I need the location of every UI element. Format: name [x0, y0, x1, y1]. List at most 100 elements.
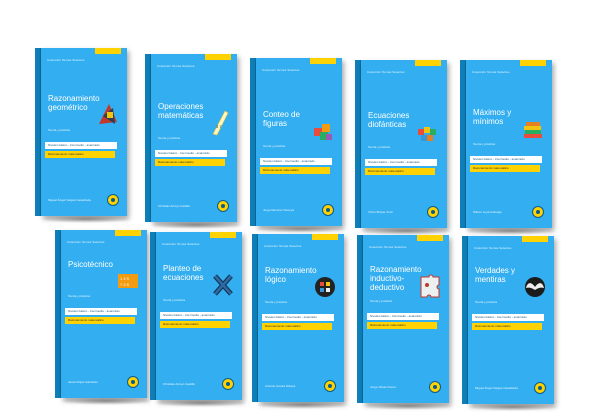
book-front: Colección Temas Selectos Ecuaciones diof… [361, 60, 447, 228]
levels-label: Niveles básico - intermedio - avanzado [472, 314, 544, 321]
levels-label: Niveles básico - intermedio - avanzado [260, 158, 332, 165]
levels-label: Niveles básico - intermedio - avanzado [367, 313, 439, 320]
collection-label: Colección Temas Selectos [162, 242, 200, 246]
author-name: Miguel Ángel Vargas Castañeda [48, 198, 91, 202]
geometry-figure-icon [97, 102, 119, 128]
series-label: Razonamiento matemático [262, 323, 332, 330]
top-accent-strip [522, 236, 548, 242]
publisher-logo-icon [429, 381, 441, 393]
book-cover: Colección Temas Selectos Razonamiento ló… [252, 234, 350, 409]
collection-label: Colección Temas Selectos [474, 246, 512, 250]
book-shadow [154, 399, 248, 407]
publisher-logo-icon [324, 380, 336, 392]
levels-label: Niveles básico - intermedio - avanzado [45, 142, 117, 149]
publisher-logo-icon [534, 382, 546, 394]
top-accent-strip [210, 232, 236, 238]
publisher-logo-icon [222, 378, 234, 390]
collection-label: Colección Temas Selectos [472, 70, 510, 74]
numbers-ribbon-icon: 3 7 [207, 110, 229, 136]
puzzle-icon [419, 273, 441, 299]
book-subtitle: Teoría y práctica [473, 142, 496, 146]
book-front: Colección Temas Selectos Planteo de ecua… [156, 232, 242, 400]
series-label: Razonamiento matemático [45, 151, 115, 158]
author-name: Jesús Rojas Garcilazo [68, 380, 98, 384]
publisher-logo-icon [532, 206, 544, 218]
top-accent-strip [95, 48, 121, 54]
book-cover: Colección Temas Selectos Máximos y mínim… [460, 60, 558, 235]
x-variable-icon [212, 272, 234, 298]
book-cover: Colección Temas Selectos Razonamiento in… [357, 235, 455, 410]
top-accent-strip [312, 234, 338, 240]
book-shadow [359, 227, 453, 235]
top-accent-strip [417, 235, 443, 241]
book-shadow [361, 402, 455, 410]
series-label: Razonamiento matemático [260, 167, 330, 174]
logic-sphere-icon [314, 274, 336, 300]
svg-text:3 7: 3 7 [216, 124, 222, 129]
series-label: Razonamiento matemático [472, 323, 542, 330]
book-cover: Colección Temas Selectos Conteo de figur… [250, 58, 348, 233]
publisher-logo-icon [427, 206, 439, 218]
wings-icon [524, 274, 546, 300]
levels-label: Niveles básico - intermedio - avanzado [365, 159, 437, 166]
symbols-grid-icon: 1 4 9? 2 8 [117, 268, 139, 294]
collection-label: Colección Temas Selectos [262, 68, 300, 72]
svg-text:1 4 9: 1 4 9 [120, 276, 130, 281]
book-cover: Colección Temas Selectos Razonamiento ge… [35, 48, 133, 223]
book-cover: Colección Temas Selectos Ecuaciones diof… [355, 60, 453, 235]
book-subtitle: Teoría y práctica [368, 145, 391, 149]
book-cover: Colección Temas Selectos Operaciones mat… [145, 54, 243, 229]
author-name: Jorge Ramírez Piscoya [263, 208, 295, 212]
book-shadow [254, 225, 348, 233]
book-front: Colección Temas Selectos Razonamiento in… [363, 235, 449, 403]
book-cover: Colección Temas Selectos Psicotécnico Te… [55, 230, 153, 405]
book-front: Colección Temas Selectos Psicotécnico Te… [61, 230, 147, 398]
book-front: Colección Temas Selectos Operaciones mat… [151, 54, 237, 222]
series-label: Razonamiento matemático [470, 165, 540, 172]
stacked-books-icon [522, 116, 544, 142]
book-shadow [466, 403, 560, 411]
author-name: Wilson Luya Antiango [473, 210, 502, 214]
publisher-logo-icon [127, 376, 139, 388]
book-front: Colección Temas Selectos Razonamiento ge… [41, 48, 127, 216]
book-subtitle: Teoría y práctica [163, 298, 186, 302]
levels-label: Niveles básico - intermedio - avanzado [262, 314, 334, 321]
author-name: Christian Arroyo Castillo [158, 204, 191, 208]
book-front: Colección Temas Selectos Conteo de figur… [256, 58, 342, 226]
levels-label: Niveles básico - intermedio - avanzado [160, 312, 232, 319]
book-subtitle: Teoría y práctica [265, 300, 288, 304]
book-subtitle: Teoría y práctica [370, 299, 393, 303]
book-front: Colección Temas Selectos Razonamiento ló… [258, 234, 344, 402]
series-label: Razonamiento matemático [65, 317, 135, 324]
author-name: Antonio Acosta Olivera [265, 384, 296, 388]
publisher-logo-icon [217, 200, 229, 212]
series-label: Razonamiento matemático [365, 168, 435, 175]
book-subtitle: Teoría y práctica [263, 144, 286, 148]
collection-label: Colección Temas Selectos [67, 240, 105, 244]
series-label: Razonamiento matemático [160, 321, 230, 328]
series-label: Razonamiento matemático [367, 322, 437, 329]
book-cover: Colección Temas Selectos Verdades y ment… [462, 236, 560, 411]
book-shadow [149, 221, 243, 229]
book-shadow [39, 215, 133, 223]
book-front: Colección Temas Selectos Máximos y mínim… [466, 60, 552, 228]
book-subtitle: Teoría y práctica [158, 136, 181, 140]
book-cover: Colección Temas Selectos Planteo de ecua… [150, 232, 248, 407]
publisher-logo-icon [322, 204, 334, 216]
author-name: Jorge Olivas Flores [370, 385, 396, 389]
collection-label: Colección Temas Selectos [369, 245, 407, 249]
book-front: Colección Temas Selectos Verdades y ment… [468, 236, 554, 404]
book-shadow [59, 397, 153, 405]
levels-label: Niveles básico - intermedio - avanzado [65, 308, 137, 315]
collection-label: Colección Temas Selectos [367, 70, 405, 74]
author-name: Christian Arroyo Castillo [163, 382, 196, 386]
author-name: Miguel Ángel Vargas Castañeda [475, 386, 518, 390]
top-accent-strip [520, 60, 546, 66]
levels-label: Niveles básico - intermedio - avanzado [155, 150, 227, 157]
book-subtitle: Teoría y práctica [48, 128, 71, 132]
top-accent-strip [415, 60, 441, 66]
levels-label: Niveles básico - intermedio - avanzado [470, 156, 542, 163]
svg-text:? 2 8: ? 2 8 [120, 282, 130, 287]
collection-label: Colección Temas Selectos [157, 64, 195, 68]
book-collection-showcase: Colección Temas Selectos Razonamiento ge… [0, 0, 605, 412]
